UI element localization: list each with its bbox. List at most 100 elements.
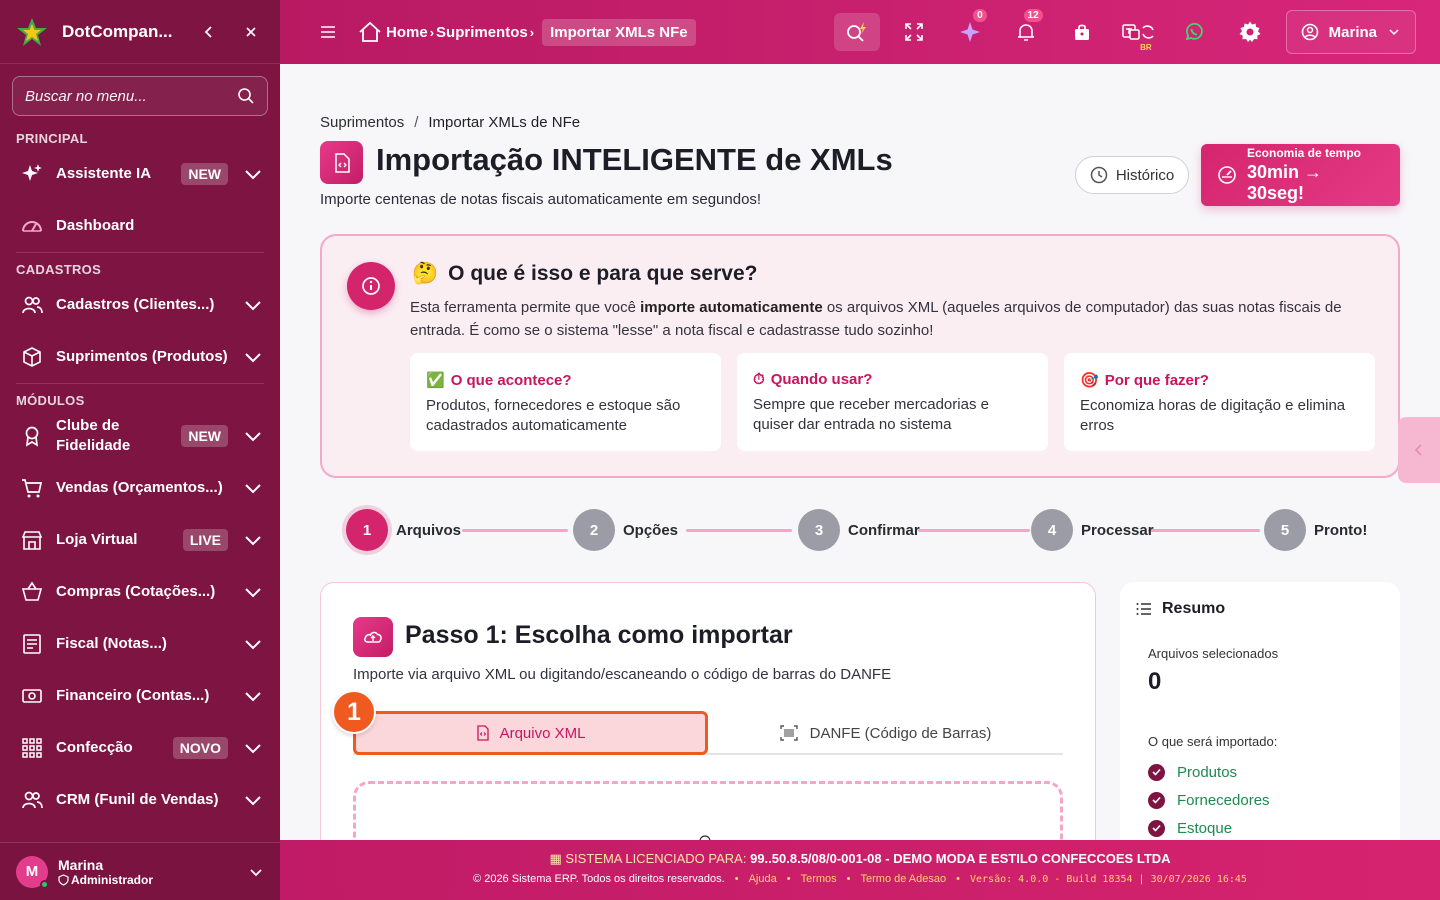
whatsapp-button[interactable] xyxy=(1166,0,1222,64)
step1-panel: Passo 1: Escolha como importar Importe v… xyxy=(320,582,1096,840)
sidebar-item-suprimentos[interactable]: Suprimentos (Produtos) xyxy=(0,331,280,383)
sidebar-item-label: Vendas (Orçamentos...) xyxy=(56,479,223,496)
home-icon xyxy=(359,21,381,42)
info-panel: 🤔 O que é isso e para que serve? Esta fe… xyxy=(320,234,1400,478)
breadcrumb-parent[interactable]: Suprimentos xyxy=(320,114,404,131)
sidebar-item-label: Fiscal (Notas...) xyxy=(56,635,167,652)
step-2[interactable]: 2 Opções xyxy=(573,509,678,551)
sidebar-user[interactable]: M Marina Administrador xyxy=(0,842,280,900)
collapse-sidebar-button[interactable] xyxy=(196,19,222,45)
sidebar-item-fidelidade[interactable]: Clube de Fidelidade NEW xyxy=(0,410,280,462)
time-savings-value: 30min → 30seg! xyxy=(1246,162,1323,203)
menu-icon[interactable] xyxy=(316,24,340,40)
clock-icon xyxy=(1090,166,1108,184)
close-sidebar-button[interactable] xyxy=(238,19,264,45)
settings-button[interactable] xyxy=(1222,0,1278,64)
sidebar-item-dashboard[interactable]: Dashboard xyxy=(0,200,280,252)
files-selected-count: 0 xyxy=(1148,668,1162,695)
summary-title: Resumo xyxy=(1162,600,1226,617)
list-item-label: Produtos xyxy=(1177,763,1238,781)
translate-button[interactable]: BR xyxy=(1110,0,1166,64)
sidebar-item-label: Assistente IA xyxy=(56,165,152,182)
top-breadcrumb: Home › Suprimentos › Importar XMLs NFe xyxy=(356,18,696,46)
user-menu-name: Marina xyxy=(1328,23,1377,41)
whatsapp-icon xyxy=(1185,22,1203,41)
award-icon xyxy=(20,424,44,448)
breadcrumb-suprimentos[interactable]: Suprimentos xyxy=(436,24,528,41)
speedometer-icon xyxy=(20,214,44,238)
novo-badge: NOVO xyxy=(172,737,228,759)
sidebar-item-compras[interactable]: Compras (Cotações...) xyxy=(0,566,280,618)
avatar: M xyxy=(16,855,49,889)
version-info: Versão: 4.0.0 - Build 18354 | 30/07/2026… xyxy=(969,874,1247,885)
tab-danfe-barcode[interactable]: DANFE (Código de Barras) xyxy=(708,711,1063,755)
step-1[interactable]: 1 Arquivos xyxy=(346,509,461,551)
breadcrumb-home[interactable]: Home xyxy=(358,21,428,43)
history-button[interactable]: Histórico xyxy=(1075,156,1189,194)
breadcrumb-home-label: Home xyxy=(386,23,428,41)
fullscreen-button[interactable] xyxy=(886,0,942,64)
step-4[interactable]: 4 Processar xyxy=(1031,509,1154,551)
step-5[interactable]: 5 Pronto! xyxy=(1264,509,1367,551)
time-savings-label: Economia de tempo xyxy=(1246,146,1362,160)
page-title: Importação INTELIGENTE de XMLs xyxy=(376,142,893,177)
step-label: Processar xyxy=(1081,521,1154,539)
chevron-down-icon xyxy=(1389,29,1399,36)
separator-dot: • xyxy=(786,873,791,885)
chevron-down-icon xyxy=(245,170,261,180)
topbar-actions: 0 12 BR Marina xyxy=(833,0,1440,64)
users-icon xyxy=(20,293,44,317)
sidebar-item-confeccao[interactable]: Confecção NOVO xyxy=(0,722,280,774)
sidebar-item-crm[interactable]: CRM (Funil de Vendas) xyxy=(0,774,280,826)
breadcrumb-separator: / xyxy=(414,114,419,131)
sidebar-item-fiscal[interactable]: Fiscal (Notas...) xyxy=(0,618,280,670)
user-menu-button[interactable]: Marina xyxy=(1285,10,1416,54)
new-badge: NEW xyxy=(181,163,228,185)
footer-link-ajuda[interactable]: Ajuda xyxy=(749,873,777,885)
step-label: Arquivos xyxy=(396,521,462,539)
sidebar-item-loja[interactable]: Loja Virtual LIVE xyxy=(0,514,280,566)
step-connector xyxy=(686,529,792,532)
user-name: Marina xyxy=(58,856,104,873)
store-bag-button[interactable] xyxy=(1054,0,1110,64)
star-logo-icon xyxy=(17,17,47,46)
tab-danfe-label: DANFE (Código de Barras) xyxy=(809,724,992,742)
check-circle-icon xyxy=(1148,819,1165,837)
search-icon[interactable] xyxy=(237,87,255,105)
bell-icon xyxy=(1017,24,1034,41)
online-status-dot xyxy=(40,879,49,889)
step-label: Pronto! xyxy=(1314,521,1368,539)
sidebar-item-vendas[interactable]: Vendas (Orçamentos...) xyxy=(0,462,280,514)
annotation-marker: 1 xyxy=(332,690,376,734)
chevron-down-icon xyxy=(245,640,261,650)
sidebar-item-assistente[interactable]: Assistente IA NEW xyxy=(0,148,280,200)
chevron-left-icon xyxy=(1414,444,1422,456)
sidebar-item-cadastros[interactable]: Cadastros (Clientes...) xyxy=(0,279,280,331)
check-icon: ✅ xyxy=(426,372,445,389)
list-item: Estoque xyxy=(1148,814,1270,840)
xml-dropzone[interactable] xyxy=(353,781,1063,840)
ai-search-button[interactable] xyxy=(833,13,880,51)
building-icon: ▦ xyxy=(549,851,562,866)
sidebar-item-label: Confecção xyxy=(56,739,133,756)
page-breadcrumb: Suprimentos / Importar XMLs de NFe xyxy=(320,114,580,131)
sidebar-item-financeiro[interactable]: Financeiro (Contas...) xyxy=(0,670,280,722)
ai-assistant-button[interactable]: 0 xyxy=(942,0,998,64)
user-role: Administrador xyxy=(58,873,248,887)
list-item-label: Fornecedores xyxy=(1177,791,1270,809)
info-card-what: ✅ O que acontece? Produtos, fornecedores … xyxy=(410,353,721,451)
notifications-button[interactable]: 12 xyxy=(998,0,1054,64)
footer-link-termos[interactable]: Termos xyxy=(801,873,837,885)
tab-xml-file[interactable]: Arquivo XML xyxy=(353,711,708,755)
step-3[interactable]: 3 Confirmar xyxy=(798,509,920,551)
sparkle-icon xyxy=(959,22,980,42)
separator-dot: • xyxy=(846,873,851,885)
step-label: Confirmar xyxy=(848,521,920,539)
sidebar-item-label: Compras (Cotações...) xyxy=(56,583,216,600)
menu-search-input[interactable] xyxy=(25,87,237,105)
step1-subtitle: Importe via arquivo XML ou digitando/esc… xyxy=(353,666,892,683)
sparkle-icon xyxy=(20,162,44,186)
footer-link-termo-adesao[interactable]: Termo de Adesao xyxy=(861,873,947,885)
box-icon xyxy=(20,345,44,369)
side-panel-toggle[interactable] xyxy=(1398,417,1440,483)
